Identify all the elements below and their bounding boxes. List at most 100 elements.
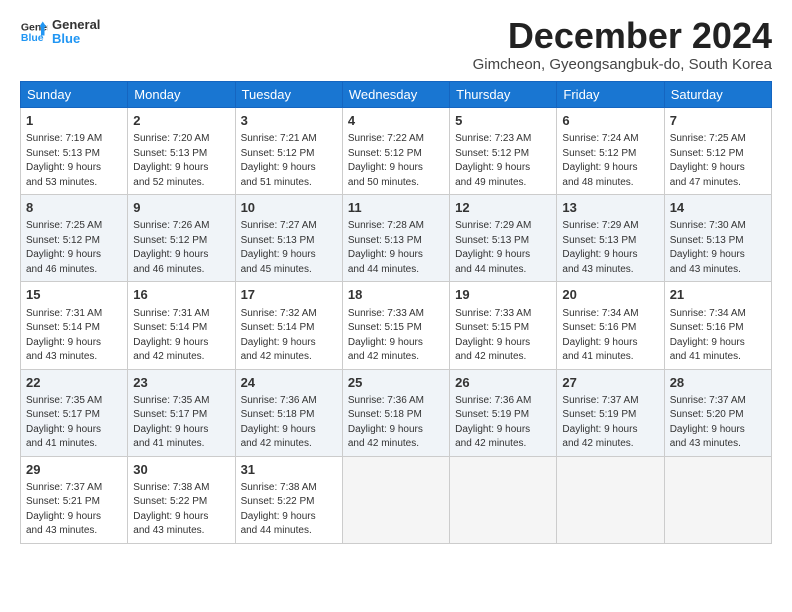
calendar-table: Sunday Monday Tuesday Wednesday Thursday… <box>20 81 772 544</box>
table-row: 11Sunrise: 7:28 AMSunset: 5:13 PMDayligh… <box>342 195 449 282</box>
table-row: 15Sunrise: 7:31 AMSunset: 5:14 PMDayligh… <box>21 282 128 369</box>
day-info: Sunrise: 7:33 AMSunset: 5:15 PMDaylight:… <box>348 307 444 365</box>
table-row: 3 Sunrise: 7:21 AMSunset: 5:12 PMDaylight… <box>235 108 342 195</box>
table-row: 2Sunrise: 7:20 AMSunset: 5:13 PMDaylight… <box>128 108 235 195</box>
table-row: 18 Sunrise: 7:33 AMSunset: 5:15 PMDayligh… <box>342 282 449 369</box>
day-info: Sunrise: 7:38 AMSunset: 5:22 PMDaylight:… <box>133 481 229 539</box>
table-row: 21 Sunrise: 7:34 AMSunset: 5:16 PMDayligh… <box>664 282 771 369</box>
table-row <box>450 456 557 543</box>
day-number: 5 <box>455 112 551 130</box>
day-info: Sunrise: 7:19 AMSunset: 5:13 PMDaylight:… <box>26 132 122 190</box>
day-info: Sunrise: 7:22 AMSunset: 5:12 PMDaylight:… <box>348 132 444 190</box>
table-row: 23Sunrise: 7:35 AMSunset: 5:17 PMDayligh… <box>128 369 235 456</box>
title-block: December 2024 Gimcheon, Gyeongsangbuk-do… <box>473 18 772 73</box>
table-row: 9Sunrise: 7:26 AMSunset: 5:12 PMDaylight… <box>128 195 235 282</box>
logo-icon: General Blue <box>20 18 48 46</box>
header-wednesday: Wednesday <box>342 82 449 108</box>
day-info: Sunrise: 7:37 AMSunset: 5:20 PMDaylight:… <box>670 394 766 452</box>
day-info: Sunrise: 7:37 AMSunset: 5:19 PMDaylight:… <box>562 394 658 452</box>
day-number: 19 <box>455 286 551 304</box>
day-number: 8 <box>26 199 122 217</box>
day-info: Sunrise: 7:27 AMSunset: 5:13 PMDaylight:… <box>241 219 337 277</box>
table-row: 5 Sunrise: 7:23 AMSunset: 5:12 PMDaylight… <box>450 108 557 195</box>
day-info: Sunrise: 7:30 AMSunset: 5:13 PMDaylight:… <box>670 219 766 277</box>
header: General Blue General Blue December 2024 … <box>20 18 772 73</box>
table-row: 26 Sunrise: 7:36 AMSunset: 5:19 PMDayligh… <box>450 369 557 456</box>
calendar-week-row: 15 Sunrise: 7:31 AMSunset: 5:14 PMDayligh… <box>21 282 772 369</box>
header-sunday: Sunday <box>21 82 128 108</box>
day-number: 26 <box>455 374 551 392</box>
header-friday: Friday <box>557 82 664 108</box>
day-number: 2 <box>133 112 229 130</box>
day-info: Sunrise: 7:38 AMSunset: 5:22 PMDaylight:… <box>241 481 337 539</box>
calendar-page: General Blue General Blue December 2024 … <box>0 0 792 554</box>
day-number: 18 <box>348 286 444 304</box>
day-number: 6 <box>562 112 658 130</box>
day-info: Sunrise: 7:21 AMSunset: 5:12 PMDaylight:… <box>241 132 337 190</box>
table-row: 17 Sunrise: 7:32 AMSunset: 5:14 PMDayligh… <box>235 282 342 369</box>
day-info: Sunrise: 7:23 AMSunset: 5:12 PMDaylight:… <box>455 132 551 190</box>
day-number: 22 <box>26 374 122 392</box>
day-info: Sunrise: 7:34 AMSunset: 5:16 PMDaylight:… <box>670 307 766 365</box>
day-number: 16 <box>133 286 229 304</box>
table-row: 1 Sunrise: 7:19 AMSunset: 5:13 PMDaylight… <box>21 108 128 195</box>
svg-text:Blue: Blue <box>21 32 44 44</box>
day-info: Sunrise: 7:35 AMSunset: 5:17 PMDaylight:… <box>26 394 122 452</box>
day-info: Sunrise: 7:37 AMSunset: 5:21 PMDaylight:… <box>26 481 122 539</box>
day-info: Sunrise: 7:32 AMSunset: 5:14 PMDaylight:… <box>241 307 337 365</box>
day-info: Sunrise: 7:29 AMSunset: 5:13 PMDaylight:… <box>455 219 551 277</box>
day-number: 17 <box>241 286 337 304</box>
day-number: 10 <box>241 199 337 217</box>
day-number: 27 <box>562 374 658 392</box>
day-info: Sunrise: 7:25 AMSunset: 5:12 PMDaylight:… <box>26 219 122 277</box>
location-subtitle: Gimcheon, Gyeongsangbuk-do, South Korea <box>473 56 772 73</box>
calendar-week-row: 22 Sunrise: 7:35 AMSunset: 5:17 PMDayligh… <box>21 369 772 456</box>
table-row: 7 Sunrise: 7:25 AMSunset: 5:12 PMDaylight… <box>664 108 771 195</box>
day-number: 21 <box>670 286 766 304</box>
day-info: Sunrise: 7:36 AMSunset: 5:19 PMDaylight:… <box>455 394 551 452</box>
day-number: 30 <box>133 461 229 479</box>
header-saturday: Saturday <box>664 82 771 108</box>
day-info: Sunrise: 7:34 AMSunset: 5:16 PMDaylight:… <box>562 307 658 365</box>
table-row: 30 Sunrise: 7:38 AMSunset: 5:22 PMDayligh… <box>128 456 235 543</box>
table-row <box>342 456 449 543</box>
month-title: December 2024 <box>473 18 772 54</box>
table-row: 10 Sunrise: 7:27 AMSunset: 5:13 PMDayligh… <box>235 195 342 282</box>
day-number: 4 <box>348 112 444 130</box>
day-number: 24 <box>241 374 337 392</box>
day-number: 7 <box>670 112 766 130</box>
day-number: 14 <box>670 199 766 217</box>
day-number: 31 <box>241 461 337 479</box>
day-number: 20 <box>562 286 658 304</box>
table-row: 13Sunrise: 7:29 AMSunset: 5:13 PMDayligh… <box>557 195 664 282</box>
day-info: Sunrise: 7:36 AMSunset: 5:18 PMDaylight:… <box>241 394 337 452</box>
day-info: Sunrise: 7:35 AMSunset: 5:17 PMDaylight:… <box>133 394 229 452</box>
header-monday: Monday <box>128 82 235 108</box>
table-row: 19Sunrise: 7:33 AMSunset: 5:15 PMDayligh… <box>450 282 557 369</box>
logo: General Blue General Blue <box>20 18 100 47</box>
day-info: Sunrise: 7:36 AMSunset: 5:18 PMDaylight:… <box>348 394 444 452</box>
day-number: 28 <box>670 374 766 392</box>
day-info: Sunrise: 7:25 AMSunset: 5:12 PMDaylight:… <box>670 132 766 190</box>
table-row: 27 Sunrise: 7:37 AMSunset: 5:19 PMDayligh… <box>557 369 664 456</box>
day-info: Sunrise: 7:31 AMSunset: 5:14 PMDaylight:… <box>133 307 229 365</box>
table-row: 20 Sunrise: 7:34 AMSunset: 5:16 PMDayligh… <box>557 282 664 369</box>
header-thursday: Thursday <box>450 82 557 108</box>
day-number: 1 <box>26 112 122 130</box>
day-number: 29 <box>26 461 122 479</box>
table-row <box>664 456 771 543</box>
calendar-week-row: 1 Sunrise: 7:19 AMSunset: 5:13 PMDaylight… <box>21 108 772 195</box>
table-row: 6Sunrise: 7:24 AMSunset: 5:12 PMDaylight… <box>557 108 664 195</box>
day-number: 3 <box>241 112 337 130</box>
day-number: 15 <box>26 286 122 304</box>
table-row: 16 Sunrise: 7:31 AMSunset: 5:14 PMDayligh… <box>128 282 235 369</box>
day-number: 11 <box>348 199 444 217</box>
header-tuesday: Tuesday <box>235 82 342 108</box>
logo-line2: Blue <box>52 32 100 46</box>
day-number: 9 <box>133 199 229 217</box>
table-row: 25Sunrise: 7:36 AMSunset: 5:18 PMDayligh… <box>342 369 449 456</box>
day-number: 13 <box>562 199 658 217</box>
day-number: 12 <box>455 199 551 217</box>
table-row: 24 Sunrise: 7:36 AMSunset: 5:18 PMDayligh… <box>235 369 342 456</box>
table-row: 14 Sunrise: 7:30 AMSunset: 5:13 PMDayligh… <box>664 195 771 282</box>
